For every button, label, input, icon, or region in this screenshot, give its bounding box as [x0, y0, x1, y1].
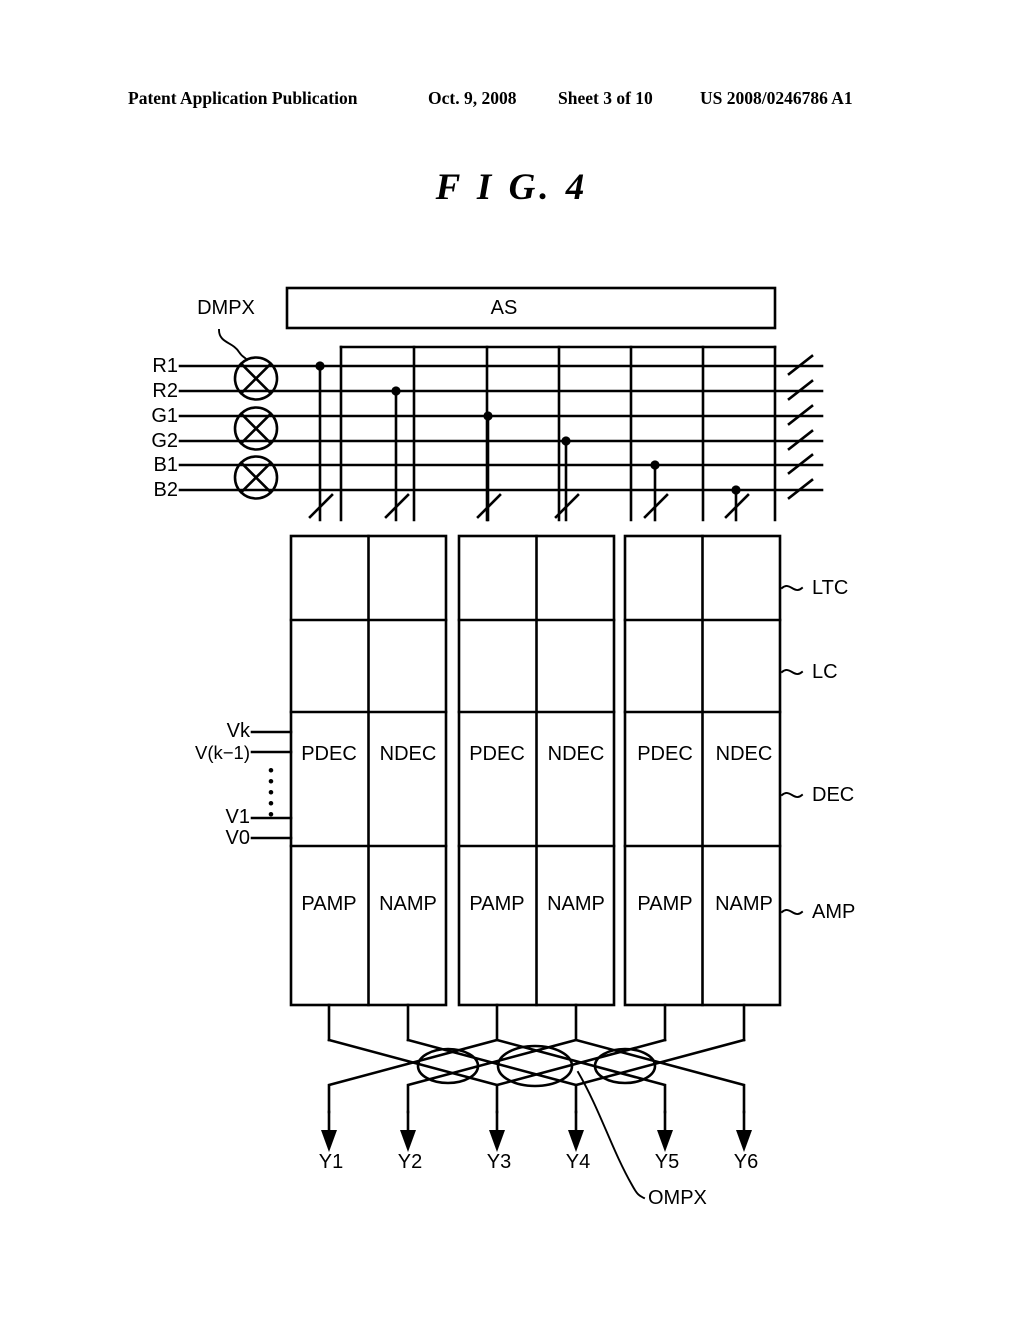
pamp-label-group-1: PAMP	[301, 893, 357, 915]
leader-ltc	[780, 585, 804, 591]
leader-dec	[780, 792, 804, 798]
tap-dot-1	[315, 361, 325, 371]
signal-label-g2: G2	[151, 430, 178, 452]
pdec-label-group-3: PDEC	[637, 743, 693, 765]
output-arrows	[327, 1110, 746, 1144]
signal-label-g1: G1	[151, 405, 178, 427]
tap-dot-4	[561, 436, 571, 446]
tap-dot-3	[483, 411, 493, 421]
column-group-3	[623, 534, 782, 1007]
dmpx-leader-line	[218, 329, 249, 362]
row-label-lc: LC	[812, 661, 838, 683]
namp-label-group-2: NAMP	[547, 893, 605, 915]
column-group-2	[457, 534, 616, 1007]
row-label-amp: AMP	[812, 901, 856, 923]
signal-label-r1: R1	[152, 355, 178, 377]
leader-lc	[780, 669, 804, 675]
column-group-1	[289, 534, 448, 1007]
tap-dot-6	[731, 485, 741, 495]
dmpx-symbol-g	[233, 406, 279, 451]
dmpx-label: DMPX	[197, 297, 255, 319]
output-label-y3: Y3	[486, 1151, 512, 1173]
voltage-ellipsis: • • • • •	[268, 762, 274, 824]
pamp-label-group-3: PAMP	[637, 893, 693, 915]
as-block	[285, 286, 777, 330]
pdec-label-group-1: PDEC	[301, 743, 357, 765]
signal-label-b2: B2	[153, 479, 178, 501]
pamp-label-group-2: PAMP	[469, 893, 525, 915]
namp-label-group-1: NAMP	[379, 893, 437, 915]
tap-dot-2	[391, 386, 401, 396]
row-label-ltc: LTC	[812, 577, 849, 599]
row-label-dec: DEC	[812, 784, 855, 806]
output-label-y5: Y5	[654, 1151, 680, 1173]
ompx-label: OMPX	[648, 1187, 707, 1209]
voltage-ellipsis-dot: •	[268, 805, 274, 824]
ndec-label-group-3: NDEC	[715, 743, 773, 765]
output-label-y4: Y4	[565, 1151, 591, 1173]
voltage-label-v1: V1	[225, 806, 250, 828]
output-arrowheads	[321, 1130, 752, 1152]
output-label-y6: Y6	[733, 1151, 759, 1173]
output-label-y1: Y1	[318, 1151, 344, 1173]
dmpx-symbol-rg	[233, 356, 279, 401]
leader-amp	[780, 909, 804, 915]
voltage-label-vk: Vk	[226, 720, 250, 742]
voltage-label-v0: V0	[225, 827, 250, 849]
ompx-leader-line	[576, 1070, 646, 1200]
dmpx-symbol-b	[233, 455, 279, 500]
ndec-label-group-1: NDEC	[379, 743, 437, 765]
tap-dot-5	[650, 460, 660, 470]
pdec-label-group-2: PDEC	[469, 743, 525, 765]
ndec-label-group-2: NDEC	[547, 743, 605, 765]
voltage-label-vk-1: V(k−1)	[194, 741, 250, 763]
as-block-label: AS	[490, 297, 518, 319]
figure-drawing	[178, 286, 824, 1200]
namp-label-group-3: NAMP	[715, 893, 773, 915]
signal-label-r2: R2	[152, 380, 178, 402]
signal-label-b1: B1	[153, 454, 178, 476]
patent-figure-page: Patent Application Publication Oct. 9, 2…	[0, 0, 1024, 1320]
output-label-y2: Y2	[397, 1151, 423, 1173]
